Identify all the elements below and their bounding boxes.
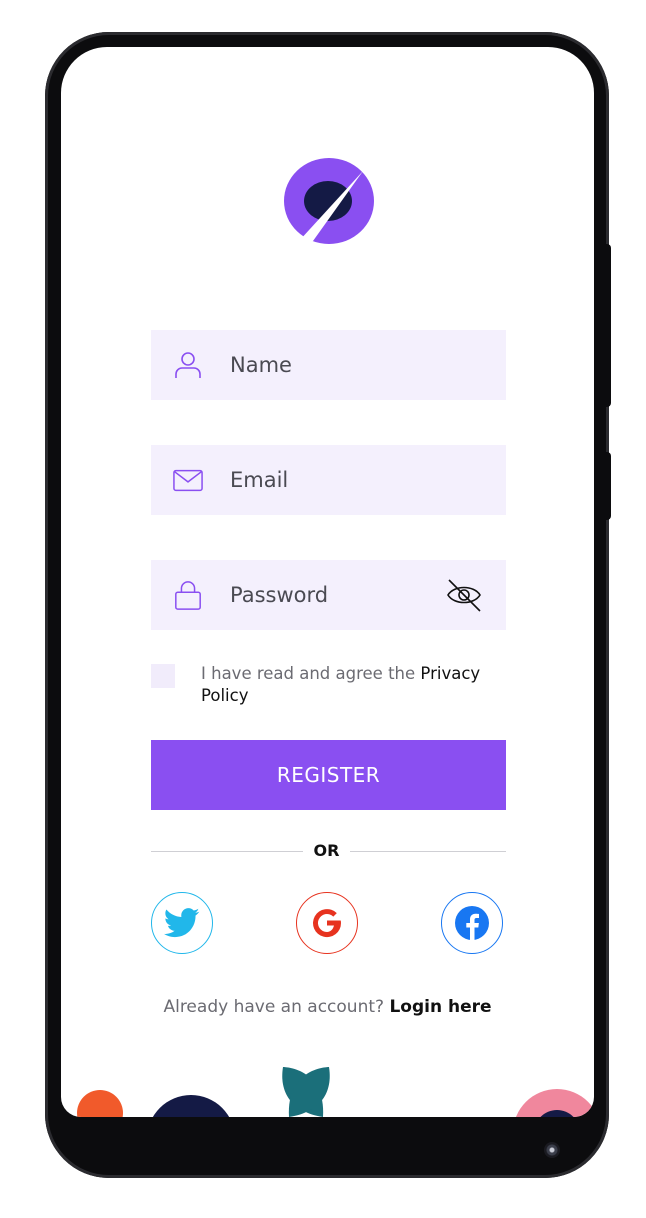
app-screen: I have read and agree the Privacy Policy…	[61, 47, 594, 1117]
decorative-shapes	[77, 1067, 594, 1117]
eye-off-icon[interactable]	[446, 577, 482, 613]
phone-chin	[61, 1117, 594, 1161]
app-logo	[284, 158, 374, 244]
volume-button	[605, 244, 611, 407]
twitter-login-button[interactable]	[151, 892, 213, 954]
orange-circle	[77, 1090, 123, 1117]
user-icon	[175, 352, 201, 378]
password-field[interactable]	[151, 560, 506, 630]
google-icon	[313, 909, 342, 938]
agree-checkbox[interactable]	[151, 664, 175, 688]
email-input[interactable]	[230, 445, 430, 515]
divider-line-left	[151, 851, 303, 852]
facebook-login-button[interactable]	[441, 892, 503, 954]
mail-icon	[173, 469, 203, 492]
or-label: OR	[313, 841, 340, 860]
register-button[interactable]: REGISTER	[151, 740, 506, 810]
camera-icon	[544, 1142, 560, 1158]
facebook-icon	[455, 906, 489, 940]
lock-icon	[175, 581, 201, 610]
password-input[interactable]	[230, 560, 430, 630]
login-prompt-text: Already have an account?	[163, 997, 390, 1017]
login-prompt: Already have an account? Login here	[61, 997, 594, 1017]
name-input[interactable]	[230, 330, 430, 400]
twitter-icon	[164, 908, 200, 938]
google-login-button[interactable]	[296, 892, 358, 954]
divider-line-right	[350, 851, 506, 852]
name-field[interactable]	[151, 330, 506, 400]
power-button	[605, 452, 611, 520]
email-field[interactable]	[151, 445, 506, 515]
agreement-text: I have read and agree the Privacy Policy	[201, 663, 501, 707]
login-link[interactable]: Login here	[389, 997, 491, 1017]
agreement-label: I have read and agree the	[201, 664, 421, 683]
navy-circle	[152, 1095, 230, 1117]
